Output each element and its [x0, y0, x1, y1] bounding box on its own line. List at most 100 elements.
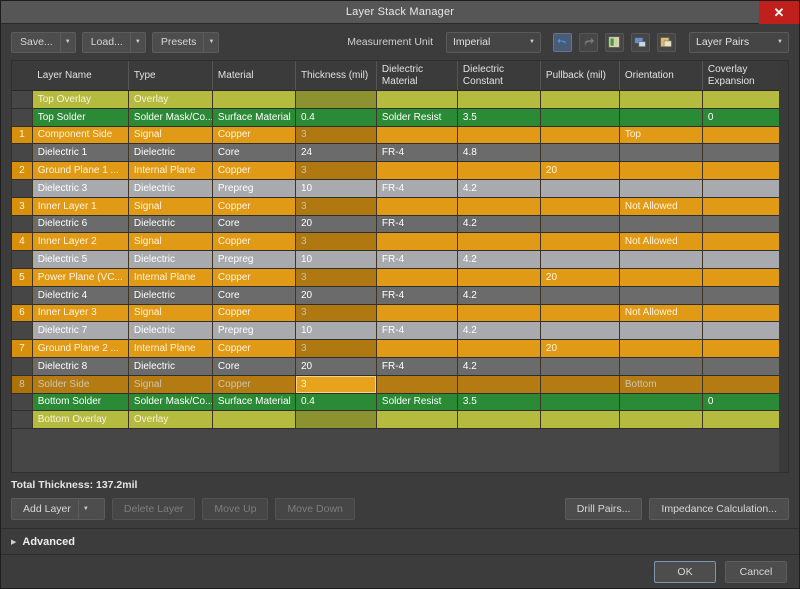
cell-coverlay-expansion[interactable] — [702, 357, 788, 376]
cell-material[interactable]: Copper — [212, 161, 296, 180]
cell-dielectric-constant[interactable]: 4.2 — [457, 179, 541, 198]
cell-layer-type[interactable]: Internal Plane — [128, 161, 213, 180]
cell-thickness[interactable]: 3 — [295, 232, 377, 252]
cell-material[interactable]: Core — [212, 357, 296, 376]
undo-button[interactable] — [553, 32, 572, 52]
cell-layer-name[interactable]: Dielectric 8 — [32, 357, 129, 376]
chevron-down-icon[interactable]: ▼ — [77, 499, 93, 519]
cell-dielectric-material[interactable]: Solder Resist — [376, 393, 458, 412]
drill-pairs-button[interactable]: Drill Pairs... — [564, 498, 643, 520]
cell-pullback[interactable] — [540, 357, 620, 376]
cell-layer-name[interactable]: Solder Side — [32, 375, 129, 394]
cell-row-index[interactable] — [12, 321, 33, 341]
cell-layer-type[interactable]: Solder Mask/Co... — [128, 393, 213, 412]
cell-thickness[interactable]: 3 — [295, 268, 377, 287]
table-row[interactable]: 4 Inner Layer 2 Signal Copper 3 Not Allowed — [12, 232, 788, 252]
cell-coverlay-expansion[interactable] — [702, 197, 788, 216]
cell-row-index[interactable] — [12, 286, 33, 305]
table-row[interactable]: 7 Ground Plane 2 ... Internal Plane Copper 3… — [12, 339, 788, 358]
chevron-down-icon[interactable]: ▼ — [129, 32, 145, 52]
cell-coverlay-expansion[interactable] — [702, 304, 788, 323]
cell-layer-name[interactable]: Ground Plane 1 ... — [32, 161, 129, 180]
cell-dielectric-material[interactable]: FR-4 — [376, 250, 458, 269]
cell-orientation[interactable]: Not Allowed — [619, 304, 703, 323]
cell-dielectric-material[interactable] — [376, 90, 458, 109]
cell-dielectric-material[interactable] — [376, 339, 458, 358]
column-header-dielectric-material[interactable]: Dielectric Material — [376, 61, 458, 91]
cell-pullback[interactable]: 20 — [540, 161, 620, 180]
cell-row-index[interactable] — [12, 393, 33, 412]
cell-coverlay-expansion[interactable] — [702, 339, 788, 358]
cell-material[interactable]: Surface Material — [212, 108, 296, 127]
cell-row-index[interactable] — [12, 143, 33, 163]
cell-dielectric-constant[interactable] — [457, 410, 541, 430]
cell-dielectric-material[interactable] — [376, 197, 458, 216]
cell-material[interactable]: Copper — [212, 197, 296, 216]
cell-dielectric-constant[interactable] — [457, 197, 541, 216]
cell-layer-type[interactable]: Signal — [128, 304, 213, 323]
cell-layer-type[interactable]: Dielectric — [128, 179, 213, 198]
table-row[interactable]: Top Solder Solder Mask/Co... Surface Mater… — [12, 108, 788, 127]
table-row[interactable]: 2 Ground Plane 1 ... Internal Plane Copper 3… — [12, 161, 788, 180]
cell-row-index[interactable] — [12, 90, 33, 109]
cell-coverlay-expansion[interactable] — [702, 250, 788, 269]
cell-dielectric-constant[interactable] — [457, 232, 541, 252]
cell-orientation[interactable] — [619, 250, 703, 269]
cell-orientation[interactable] — [619, 108, 703, 127]
cell-layer-type[interactable]: Overlay — [128, 90, 213, 109]
presets-button[interactable]: Presets ▼ — [151, 31, 220, 53]
load-button[interactable]: Load... ▼ — [81, 31, 146, 53]
cell-orientation[interactable] — [619, 393, 703, 412]
cell-pullback[interactable] — [540, 108, 620, 127]
chevron-down-icon[interactable]: ▼ — [59, 32, 75, 52]
table-row[interactable]: Dielectric 3 Dielectric Prepreg 10 FR-4 4.2 — [12, 179, 788, 198]
cell-orientation[interactable]: Not Allowed — [619, 232, 703, 252]
cell-pullback[interactable] — [540, 143, 620, 163]
cell-dielectric-material[interactable]: Solder Resist — [376, 108, 458, 127]
cell-layer-type[interactable]: Dielectric — [128, 250, 213, 269]
cell-layer-name[interactable]: Bottom Overlay — [32, 410, 129, 430]
cell-thickness[interactable]: 3 — [295, 339, 377, 358]
table-row[interactable]: Top Overlay Overlay — [12, 90, 788, 109]
cell-row-index[interactable]: 6 — [12, 304, 33, 323]
cell-coverlay-expansion[interactable] — [702, 179, 788, 198]
cell-row-index[interactable] — [12, 410, 33, 430]
cell-row-index[interactable]: 7 — [12, 339, 33, 358]
cell-dielectric-material[interactable] — [376, 268, 458, 287]
cell-dielectric-constant[interactable]: 4.2 — [457, 286, 541, 305]
column-header-dielectric-constant[interactable]: Dielectric Constant — [457, 61, 541, 91]
cell-dielectric-constant[interactable] — [457, 126, 541, 145]
cell-dielectric-material[interactable] — [376, 232, 458, 252]
cell-dielectric-constant[interactable]: 4.2 — [457, 250, 541, 269]
cell-orientation[interactable] — [619, 339, 703, 358]
cell-thickness[interactable]: 3 — [295, 304, 377, 323]
cell-row-index[interactable]: 2 — [12, 161, 33, 180]
cell-layer-name[interactable]: Bottom Solder — [32, 393, 129, 412]
cell-pullback[interactable] — [540, 410, 620, 430]
cell-orientation[interactable] — [619, 143, 703, 163]
cell-dielectric-material[interactable] — [376, 304, 458, 323]
cell-thickness[interactable]: 10 — [295, 179, 377, 198]
cell-pullback[interactable] — [540, 375, 620, 394]
cell-coverlay-expansion[interactable] — [702, 410, 788, 430]
cell-layer-name[interactable]: Inner Layer 2 — [32, 232, 129, 252]
cell-layer-type[interactable]: Overlay — [128, 410, 213, 430]
cell-orientation[interactable] — [619, 410, 703, 430]
measurement-unit-select[interactable]: Imperial ▼ — [446, 31, 541, 53]
cell-dielectric-material[interactable] — [376, 375, 458, 394]
column-header-type[interactable]: Type — [128, 61, 213, 91]
cell-row-index[interactable] — [12, 179, 33, 198]
cell-layer-name[interactable]: Top Solder — [32, 108, 129, 127]
cell-material[interactable]: Copper — [212, 268, 296, 287]
cell-orientation[interactable] — [619, 161, 703, 180]
table-row[interactable]: Dielectric 7 Dielectric Prepreg 10 FR-4 4.2 — [12, 321, 788, 341]
cell-layer-name[interactable]: Dielectric 3 — [32, 179, 129, 198]
cell-layer-type[interactable]: Signal — [128, 197, 213, 216]
layer-pairs-select[interactable]: Layer Pairs ▼ — [689, 31, 789, 53]
cell-thickness[interactable]: 20 — [295, 215, 377, 234]
cell-material[interactable] — [212, 410, 296, 430]
cell-pullback[interactable] — [540, 126, 620, 145]
cell-coverlay-expansion[interactable] — [702, 268, 788, 287]
impedance-calculation-button[interactable]: Impedance Calculation... — [649, 498, 789, 520]
cell-layer-type[interactable]: Signal — [128, 375, 213, 394]
